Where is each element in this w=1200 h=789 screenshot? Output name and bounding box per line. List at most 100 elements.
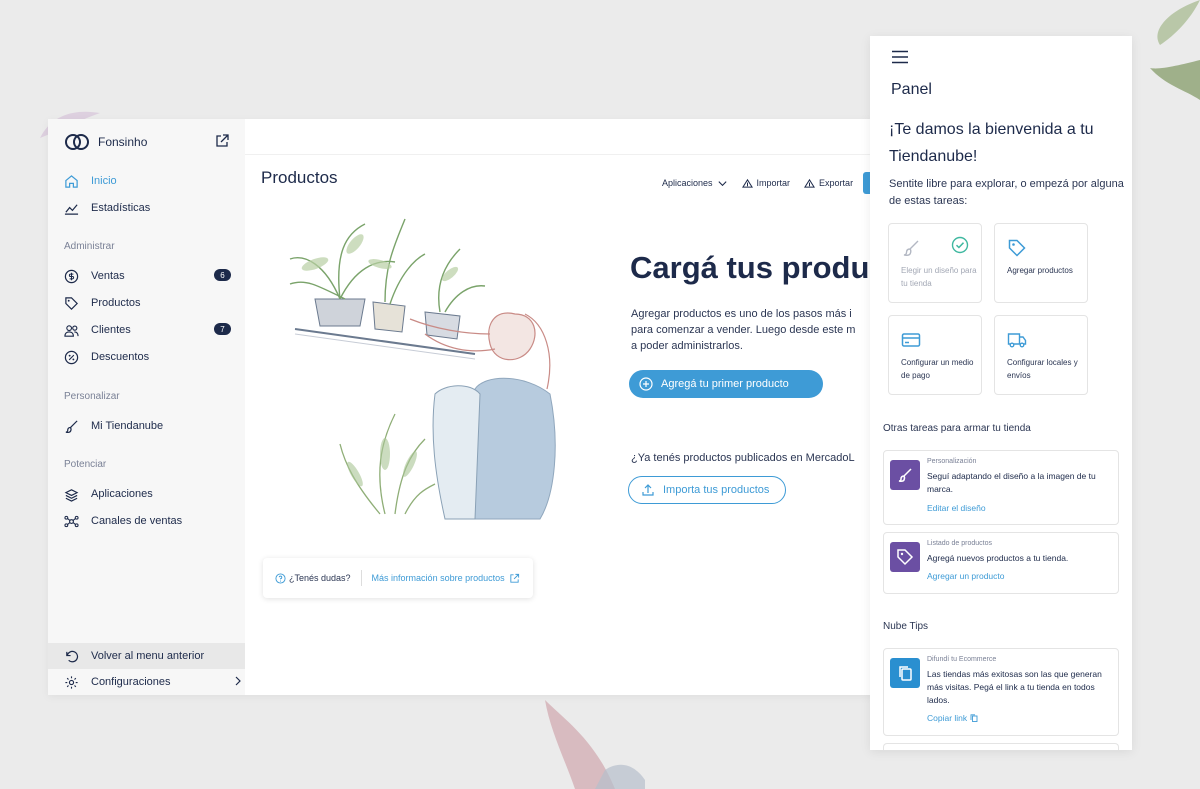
export-button[interactable]: Exportar: [804, 178, 853, 189]
sidebar-item-ventas[interactable]: Ventas 6: [64, 267, 239, 285]
sidebar-item-label: Ventas: [91, 270, 125, 282]
hamburger-menu-icon[interactable]: [892, 50, 908, 64]
card-icon-box: [890, 658, 920, 688]
back-to-previous-menu[interactable]: Volver al menu anterior: [64, 647, 239, 665]
edit-design-link[interactable]: Editar el diseño: [927, 503, 986, 513]
card-link-label: Copiar link: [927, 713, 968, 723]
more-info-label: Más información sobre productos: [371, 573, 505, 583]
sidebar-item-label: Productos: [91, 297, 141, 309]
welcome-heading: ¡Te damos la bienvenida a tu Tiendanube!: [889, 121, 1094, 165]
copy-icon: [899, 666, 912, 681]
external-link-icon: [509, 573, 519, 583]
task-shipping[interactable]: Configurar locales y envíos: [994, 315, 1088, 395]
external-link-icon[interactable]: [214, 133, 230, 149]
export-icon: [804, 178, 816, 188]
sidebar-item-canales[interactable]: Canales de ventas: [64, 512, 239, 530]
card-text: Agregá nuevos productos a tu tienda.: [927, 553, 1069, 563]
task-label: Agregar productos: [1007, 266, 1073, 275]
brush-icon: [898, 468, 912, 482]
sidebar-item-inicio[interactable]: Inicio: [64, 172, 239, 190]
mercadolibre-question: ¿Ya tenés productos publicados en Mercad…: [631, 452, 855, 464]
task-card-productos: Listado de productos Agregá nuevos produ…: [883, 532, 1119, 594]
sidebar-item-mi-tiendanube[interactable]: Mi Tiendanube: [64, 417, 239, 435]
divider: [360, 570, 362, 586]
hero-text-line: Agregar productos es uno de los pasos má…: [631, 308, 852, 320]
home-icon: [65, 174, 78, 188]
sidebar-item-label: Canales de ventas: [91, 515, 183, 527]
card-icon-box: [890, 460, 920, 490]
users-icon: [64, 324, 79, 337]
card-text: Seguí adaptando el diseño a la imagen de…: [927, 471, 1096, 494]
help-question: ¿Tenés dudas?: [275, 572, 351, 584]
card-category: Listado de productos: [927, 540, 992, 547]
chart-icon: [64, 203, 79, 215]
upload-icon: [642, 484, 654, 496]
import-products-button[interactable]: Importa tus productos: [628, 476, 786, 504]
welcome-subtitle: Sentite libre para explorar, o empezá po…: [889, 178, 1124, 207]
sidebar-item-descuentos[interactable]: Descuentos: [64, 348, 239, 366]
plus-circle-icon: [639, 377, 653, 391]
woman-with-plants-illustration: [289, 218, 556, 520]
topbar: [245, 119, 948, 155]
tag-icon: [65, 296, 78, 310]
brush-icon: [65, 419, 78, 433]
truck-icon: [1007, 333, 1027, 348]
card-text: Las tiendas más exitosas son las que gen…: [927, 669, 1102, 705]
undo-icon: [66, 650, 79, 662]
apps-icon: [64, 488, 79, 502]
sidebar-item-label: Estadísticas: [91, 202, 151, 214]
task-label: Elegir un diseño para tu tienda: [901, 266, 977, 288]
percent-icon: [64, 350, 79, 364]
page-title: Productos: [261, 168, 338, 187]
copy-icon: [970, 714, 978, 722]
add-first-product-button[interactable]: Agregá tu primer producto: [629, 370, 823, 398]
sidebar-item-aplicaciones[interactable]: Aplicaciones: [64, 485, 239, 503]
task-choose-design[interactable]: Elegir un diseño para tu tienda: [888, 223, 982, 303]
export-label: Exportar: [819, 178, 854, 188]
toolbar: Aplicaciones Importar Exportar: [662, 172, 884, 194]
apps-dropdown-label: Aplicaciones: [662, 178, 713, 188]
network-icon: [64, 515, 79, 527]
main-content: Productos Aplicaciones Importar Exportar: [245, 119, 948, 695]
tag-icon: [897, 549, 914, 566]
check-circle-icon: [951, 236, 969, 254]
more-info-link[interactable]: Más información sobre productos: [372, 573, 523, 584]
store-name: Fonsinho: [98, 135, 148, 149]
help-card: ¿Tenés dudas? Más información sobre prod…: [263, 558, 533, 598]
sidebar-item-label: Descuentos: [91, 351, 150, 363]
other-tasks-heading: Otras tareas para armar tu tienda: [883, 423, 1031, 434]
task-payment-method[interactable]: Configurar un medio de pago: [888, 315, 982, 395]
task-label: Configurar locales y envíos: [1007, 358, 1078, 380]
card-link-label: Agregar un producto: [927, 571, 1005, 581]
copy-link[interactable]: Copiar link: [927, 713, 978, 723]
add-first-product-label: Agregá tu primer producto: [661, 378, 789, 390]
import-products-label: Importa tus productos: [663, 484, 770, 496]
import-button[interactable]: Importar: [741, 178, 791, 189]
apps-dropdown[interactable]: Aplicaciones: [662, 178, 728, 189]
sidebar-item-configuraciones[interactable]: Configuraciones: [64, 673, 241, 691]
gear-icon: [65, 675, 78, 689]
group-label-administrar: Administrar: [64, 241, 115, 252]
back-label: Volver al menu anterior: [91, 650, 205, 662]
card-link-label: Editar el diseño: [927, 503, 986, 513]
brand: Fonsinho: [64, 133, 147, 151]
card-category: Personalización: [927, 458, 977, 465]
sidebar-item-label: Clientes: [91, 324, 131, 336]
sidebar-item-label: Mi Tiendanube: [91, 420, 164, 432]
sidebar-item-clientes[interactable]: Clientes 7: [64, 321, 239, 339]
tiendanube-logo-icon: [65, 134, 89, 150]
add-product-link[interactable]: Agregar un producto: [927, 571, 1005, 581]
hero-text-line: para comenzar a vender. Luego desde este…: [631, 324, 856, 336]
config-label: Configuraciones: [91, 676, 171, 688]
import-label: Importar: [756, 178, 791, 188]
dollar-icon: [64, 269, 79, 283]
nube-tips-heading: Nube Tips: [883, 621, 929, 632]
decorative-leaf: [1150, 0, 1200, 100]
sidebar-item-productos[interactable]: Productos: [64, 294, 239, 312]
hero-text-line: a poder administrarlos.: [631, 340, 743, 352]
count-badge: 7: [214, 323, 231, 335]
sidebar-item-estadisticas[interactable]: Estadísticas: [64, 199, 239, 217]
task-add-products[interactable]: Agregar productos: [994, 223, 1088, 303]
sidebar-item-label: Aplicaciones: [91, 488, 153, 500]
chevron-right-icon: [235, 676, 241, 686]
